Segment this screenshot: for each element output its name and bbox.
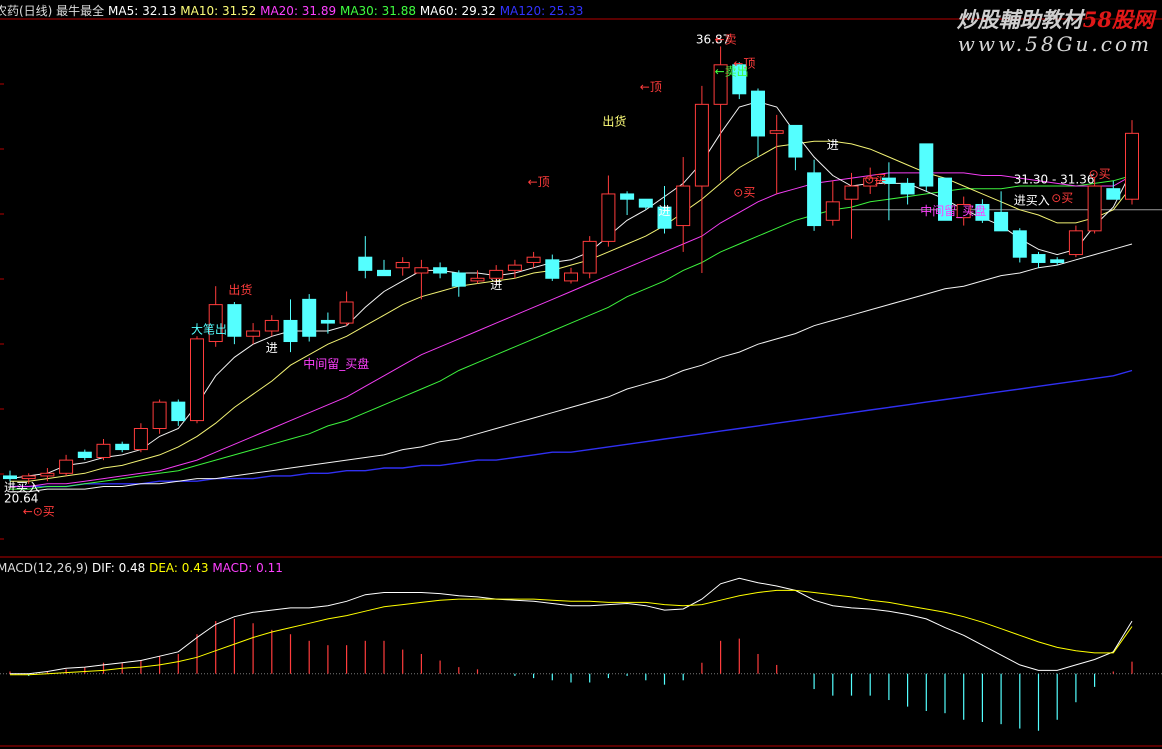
candle-down	[919, 143, 934, 187]
candle-up	[694, 103, 709, 187]
candle-up	[769, 130, 784, 134]
signal-label: 进买入	[1014, 193, 1050, 207]
candle-up	[601, 193, 616, 242]
candle-up	[844, 185, 859, 200]
ma-label-4: MA60: 29.32	[416, 4, 496, 18]
ma-label-3: MA30: 31.88	[336, 4, 417, 18]
candle-up	[152, 401, 167, 429]
macd-title: MACD(12,26,9)	[0, 561, 89, 575]
candle-down	[302, 298, 317, 337]
signal-label: ←卖出	[715, 64, 749, 78]
signal-label: ⊙买	[733, 186, 755, 200]
stock-chart[interactable]: 出货大笔出进中间留_买盘进←顶出货←顶进36.87←卖←顶←卖出⊙买进⊙买中间留…	[0, 0, 1162, 749]
candle-down	[3, 475, 17, 480]
candle-down	[788, 124, 803, 158]
signal-label: 中间留_买盘	[303, 356, 369, 371]
candle-up	[526, 256, 541, 263]
candle-up	[96, 443, 111, 458]
candle-up	[190, 338, 204, 422]
signal-label: 大笔出	[191, 322, 227, 337]
macd-legend: DIF: 0.48 DEA: 0.43 MACD: 0.11	[92, 561, 283, 575]
candle-up	[414, 267, 429, 274]
candle-down	[377, 269, 391, 277]
signal-label: 20.64	[4, 491, 38, 505]
candle-up	[825, 201, 840, 221]
candle-up	[395, 261, 410, 269]
candle-up	[676, 185, 691, 227]
ma-label-5: MA120: 25.33	[495, 4, 584, 18]
ma-label-1: MA10: 31.52	[176, 4, 257, 18]
signal-label: ←顶	[528, 175, 550, 189]
watermark-brand: 58股网	[1082, 7, 1154, 32]
watermark-url: www.58Gu.com	[957, 32, 1152, 56]
stock-title: 农药(日线) 最牛最全	[0, 4, 105, 18]
candle-up	[470, 277, 485, 282]
candle-down	[994, 211, 1009, 232]
candle-down	[1031, 254, 1046, 263]
candle-down	[77, 451, 92, 458]
candle-down	[1050, 259, 1065, 263]
candle-down	[751, 90, 765, 137]
candle-up	[59, 459, 74, 474]
signal-label: ⊙买	[1051, 191, 1073, 205]
signal-label: ⊙买	[864, 172, 886, 186]
candle-up	[339, 301, 354, 324]
candle-up	[564, 272, 578, 282]
candle-down	[283, 319, 298, 343]
candle-down	[620, 193, 635, 200]
signal-label: 中间留_买盘	[920, 203, 986, 218]
signal-label: 进	[827, 138, 839, 152]
candle-down	[433, 267, 448, 274]
signal-label: 出货	[602, 113, 626, 128]
candle-up	[21, 475, 36, 480]
signal-label: ⊙买	[1089, 167, 1111, 181]
candle-up	[264, 319, 279, 332]
macd-label-1: DEA: 0.43	[145, 561, 209, 575]
candle-down	[1012, 230, 1027, 258]
candle-down	[451, 272, 466, 287]
candle-down	[171, 401, 186, 422]
macd-header: MACD(12,26,9) DIF: 0.48 DEA: 0.43 MACD: …	[0, 561, 283, 575]
signal-label: ←顶	[640, 80, 662, 94]
candle-down	[545, 259, 560, 279]
candle-down	[115, 443, 130, 451]
ma10-line	[10, 140, 1133, 482]
candle-down	[807, 172, 822, 227]
ma-label-2: MA20: 31.89	[256, 4, 337, 18]
candle-up	[1125, 132, 1139, 200]
candle-down	[227, 304, 242, 337]
signal-label: 31.30 - 31.36	[1014, 172, 1095, 186]
signal-label: 进	[659, 204, 671, 218]
ma-label-0: MA5: 32.13	[108, 4, 177, 18]
chart-header: 农药(日线) 最牛最全 MA5: 32.13 MA10: 31.52 MA20:…	[0, 2, 583, 19]
candle-up	[133, 427, 148, 451]
candle-down	[1106, 188, 1121, 200]
candle-down	[900, 182, 915, 195]
macd-label-2: MACD: 0.11	[208, 561, 283, 575]
candle-up	[582, 240, 597, 274]
ma-legend: MA5: 32.13 MA10: 31.52 MA20: 31.89 MA30:…	[108, 4, 583, 18]
candle-up	[1068, 230, 1083, 256]
macd-label-0: DIF: 0.48	[91, 561, 146, 575]
candle-down	[638, 198, 653, 208]
watermark-text: 炒股輔助教材	[956, 7, 1083, 32]
candle-down	[358, 256, 373, 271]
candle-up	[246, 330, 261, 337]
signal-label: 出货	[228, 282, 252, 297]
signal-label: 进	[266, 341, 278, 355]
signal-label: ←卖	[715, 33, 737, 47]
signal-label: 进	[490, 278, 502, 292]
signal-label: ←⊙买	[23, 504, 55, 518]
candle-up	[1087, 185, 1102, 232]
watermark-logo: 炒股輔助教材58股网	[957, 4, 1154, 34]
candle-up	[507, 264, 522, 271]
candle-down	[320, 319, 335, 324]
candle-up	[40, 472, 55, 477]
